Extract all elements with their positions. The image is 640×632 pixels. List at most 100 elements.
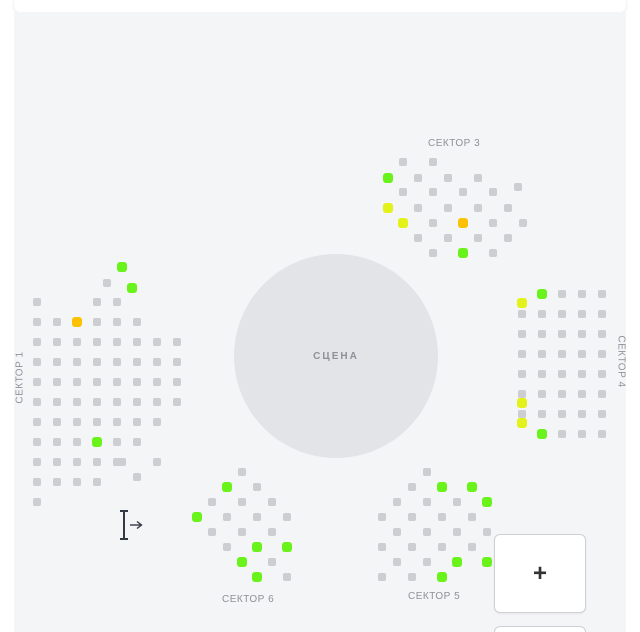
seat [73, 378, 81, 386]
seat [33, 298, 41, 306]
seat[interactable] [467, 482, 477, 492]
seat [578, 350, 586, 358]
seat [504, 234, 512, 242]
sector-4-label: СЕКТОР 4 [615, 335, 627, 388]
seat [93, 298, 101, 306]
seat [93, 338, 101, 346]
seat [73, 438, 81, 446]
seat [153, 378, 161, 386]
exit-arrow-icon [120, 510, 143, 540]
seat [153, 338, 161, 346]
seat [118, 458, 126, 466]
seat[interactable] [537, 289, 547, 299]
seat [474, 174, 482, 182]
zoom-out-button[interactable] [494, 626, 586, 632]
seat[interactable] [192, 512, 202, 522]
seat[interactable] [482, 497, 492, 507]
seat [238, 468, 246, 476]
seat [253, 513, 261, 521]
seat [518, 390, 526, 398]
seat [73, 358, 81, 366]
seat [399, 158, 407, 166]
seat [103, 279, 111, 287]
stage: СЦЕНА [234, 254, 438, 458]
seat[interactable] [252, 572, 262, 582]
seat [153, 358, 161, 366]
seat-map-view: СЦЕНА СЕКТОР 3 СЕКТОР 6 СЕКТОР 5 СЕКТОР … [0, 0, 640, 632]
seat [598, 310, 606, 318]
sector-6-label: СЕКТОР 6 [222, 594, 275, 605]
seat [73, 338, 81, 346]
seat [173, 398, 181, 406]
seat [558, 410, 566, 418]
seat[interactable] [437, 572, 447, 582]
seat [598, 430, 606, 438]
seat [578, 310, 586, 318]
seat [33, 398, 41, 406]
seat [53, 378, 61, 386]
seat[interactable] [458, 218, 468, 228]
seat[interactable] [282, 542, 292, 552]
seat [113, 438, 121, 446]
seat [393, 498, 401, 506]
seat[interactable] [452, 557, 462, 567]
seat [93, 418, 101, 426]
seat [113, 318, 121, 326]
seat [414, 174, 422, 182]
seat [238, 498, 246, 506]
seat [423, 498, 431, 506]
seat[interactable] [537, 429, 547, 439]
seat[interactable] [72, 317, 82, 327]
seat [578, 430, 586, 438]
seat [558, 310, 566, 318]
seat[interactable] [222, 482, 232, 492]
seat [93, 398, 101, 406]
seat [53, 338, 61, 346]
zoom-in-button[interactable]: + [494, 534, 586, 613]
seat [393, 528, 401, 536]
seat [268, 498, 276, 506]
seat[interactable] [127, 283, 137, 293]
seat [133, 378, 141, 386]
seat[interactable] [383, 203, 393, 213]
seat [444, 174, 452, 182]
seat[interactable] [237, 557, 247, 567]
seat [33, 458, 41, 466]
seat[interactable] [517, 418, 527, 428]
seat [598, 330, 606, 338]
seat[interactable] [517, 298, 527, 308]
seat[interactable] [117, 262, 127, 272]
seat [474, 204, 482, 212]
seat [73, 398, 81, 406]
seat [153, 398, 161, 406]
seat [113, 398, 121, 406]
seat [519, 219, 527, 227]
seat [474, 234, 482, 242]
seat [33, 478, 41, 486]
seat [489, 188, 497, 196]
seat [223, 513, 231, 521]
seat [133, 438, 141, 446]
seat [33, 438, 41, 446]
seat[interactable] [92, 437, 102, 447]
seat [578, 330, 586, 338]
seat [93, 378, 101, 386]
seat [133, 358, 141, 366]
seat[interactable] [517, 398, 527, 408]
seat[interactable] [383, 173, 393, 183]
seat [283, 573, 291, 581]
seat [468, 513, 476, 521]
seat [93, 318, 101, 326]
seat [578, 370, 586, 378]
seat[interactable] [252, 542, 262, 552]
seat [53, 398, 61, 406]
seat [113, 418, 121, 426]
seat [408, 513, 416, 521]
seat[interactable] [458, 248, 468, 258]
sector-1-label: СЕКТОР 1 [14, 351, 26, 404]
seat [429, 219, 437, 227]
seat[interactable] [437, 482, 447, 492]
seat[interactable] [398, 218, 408, 228]
seat [208, 528, 216, 536]
seat[interactable] [482, 557, 492, 567]
